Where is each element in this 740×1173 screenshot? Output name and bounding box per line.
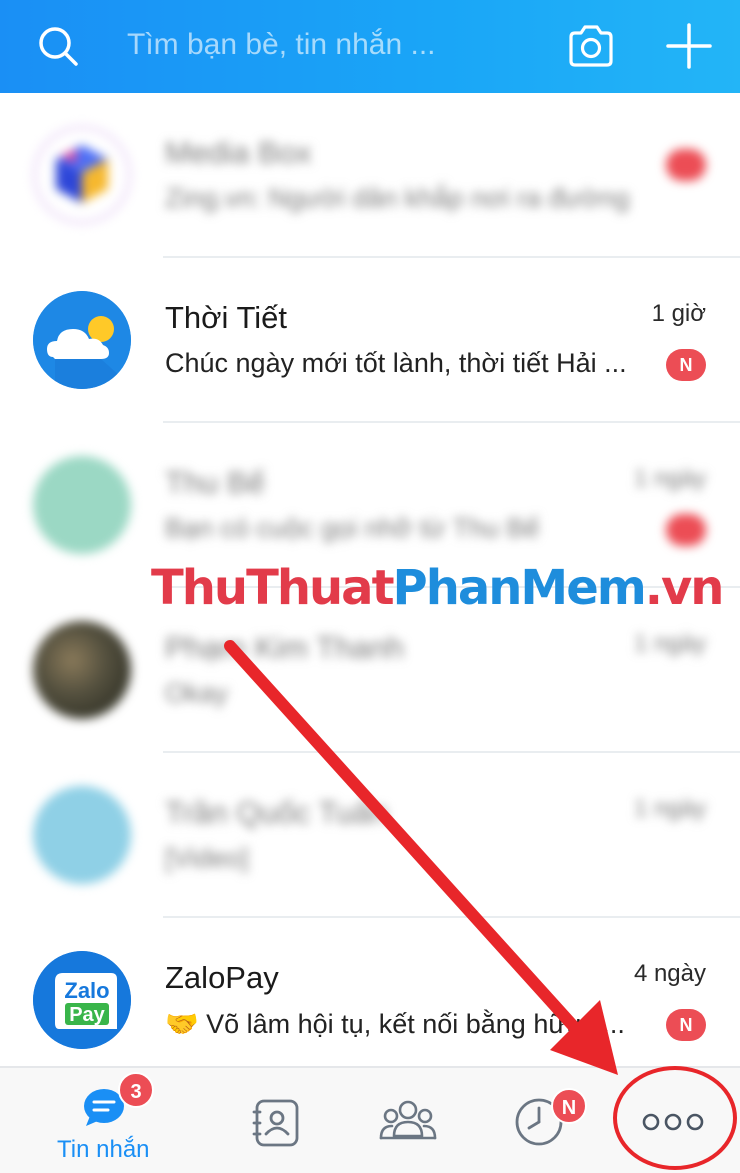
watermark-part: PhanMem <box>392 560 647 616</box>
contact-avatar <box>33 621 131 719</box>
timeline-badge: N <box>551 1088 587 1124</box>
unread-badge <box>666 514 706 546</box>
conversation-name: Thời Tiết <box>165 300 287 335</box>
tab-contacts[interactable] <box>185 1068 370 1173</box>
messages-badge: 3 <box>118 1072 154 1108</box>
conversation-name: ZaloPay <box>165 960 279 995</box>
conversation-row[interactable]: Zalo Pay ZaloPay 🤝 Võ lâm hội tụ, kết nố… <box>0 918 740 1068</box>
conversation-preview: Bạn có cuộc gọi nhỡ từ Thu Bế <box>165 513 540 543</box>
watermark-part: .vn <box>644 560 725 616</box>
contact-avatar <box>33 456 131 554</box>
tab-timeline[interactable]: N <box>505 1068 605 1173</box>
tab-messages[interactable]: 3 Tin nhắn <box>0 1068 185 1173</box>
contact-avatar <box>33 786 131 884</box>
more-dots-icon <box>642 1113 704 1131</box>
conversation-preview: 🤝 Võ lâm hội tụ, kết nối bằng hữu, l... <box>165 1009 625 1039</box>
conversation-name: Thu Bế <box>165 465 265 500</box>
top-bar: Tìm bạn bè, tin nhắn ... <box>0 0 740 93</box>
weather-avatar <box>33 291 131 389</box>
unread-badge: N <box>666 1009 706 1041</box>
conversation-preview: [Video] <box>165 843 249 873</box>
contacts-book-icon <box>252 1099 299 1147</box>
conversation-row[interactable]: Media Box Zing.vn: Người dân khắp nơi ra… <box>0 93 740 258</box>
conversation-time: 1 ngày <box>633 465 706 492</box>
unread-badge: N <box>666 349 706 381</box>
plus-icon[interactable] <box>666 23 712 69</box>
conversation-preview: Chúc ngày mới tốt lành, thời tiết Hải ..… <box>165 348 627 378</box>
conversation-name: Trần Quốc Tuấn <box>165 795 388 830</box>
media-box-avatar <box>33 126 131 224</box>
unread-badge <box>666 149 706 181</box>
conversation-name: Phạm Kim Thanh <box>165 630 404 665</box>
group-icon <box>379 1100 437 1140</box>
watermark: ThuThuatPhanMem.vn <box>151 560 725 616</box>
tab-groups[interactable] <box>370 1068 510 1173</box>
conversation-preview: Zing.vn: Người dân khắp nơi ra đường <box>165 183 630 213</box>
tab-more[interactable] <box>615 1068 740 1173</box>
conversation-row[interactable]: Trần Quốc Tuấn [Video] 1 ngày <box>0 753 740 918</box>
conversation-name: Media Box <box>165 135 312 170</box>
conversation-time: 1 ngày <box>633 795 706 822</box>
conversation-time: 1 ngày <box>633 630 706 657</box>
svg-text:Pay: Pay <box>69 1004 105 1026</box>
bottom-nav: 3 Tin nhắn N <box>0 1066 740 1173</box>
search-input[interactable]: Tìm bạn bè, tin nhắn ... <box>127 28 436 62</box>
watermark-part: ThuThuat <box>151 560 395 616</box>
zalopay-avatar: Zalo Pay <box>33 951 131 1049</box>
zalopay-logo-icon: Zalo Pay <box>33 951 131 1049</box>
conversation-time: 4 ngày <box>633 960 706 987</box>
search-icon[interactable] <box>36 24 80 68</box>
conversation-time: 1 giờ <box>651 300 706 327</box>
camera-icon[interactable] <box>566 23 616 69</box>
tab-messages-label: Tin nhắn <box>57 1136 150 1163</box>
weather-icon <box>33 291 131 389</box>
conversation-row[interactable]: Thời Tiết Chúc ngày mới tốt lành, thời t… <box>0 258 740 423</box>
conversation-preview: Okay <box>165 678 229 708</box>
svg-text:Zalo: Zalo <box>64 978 109 1003</box>
